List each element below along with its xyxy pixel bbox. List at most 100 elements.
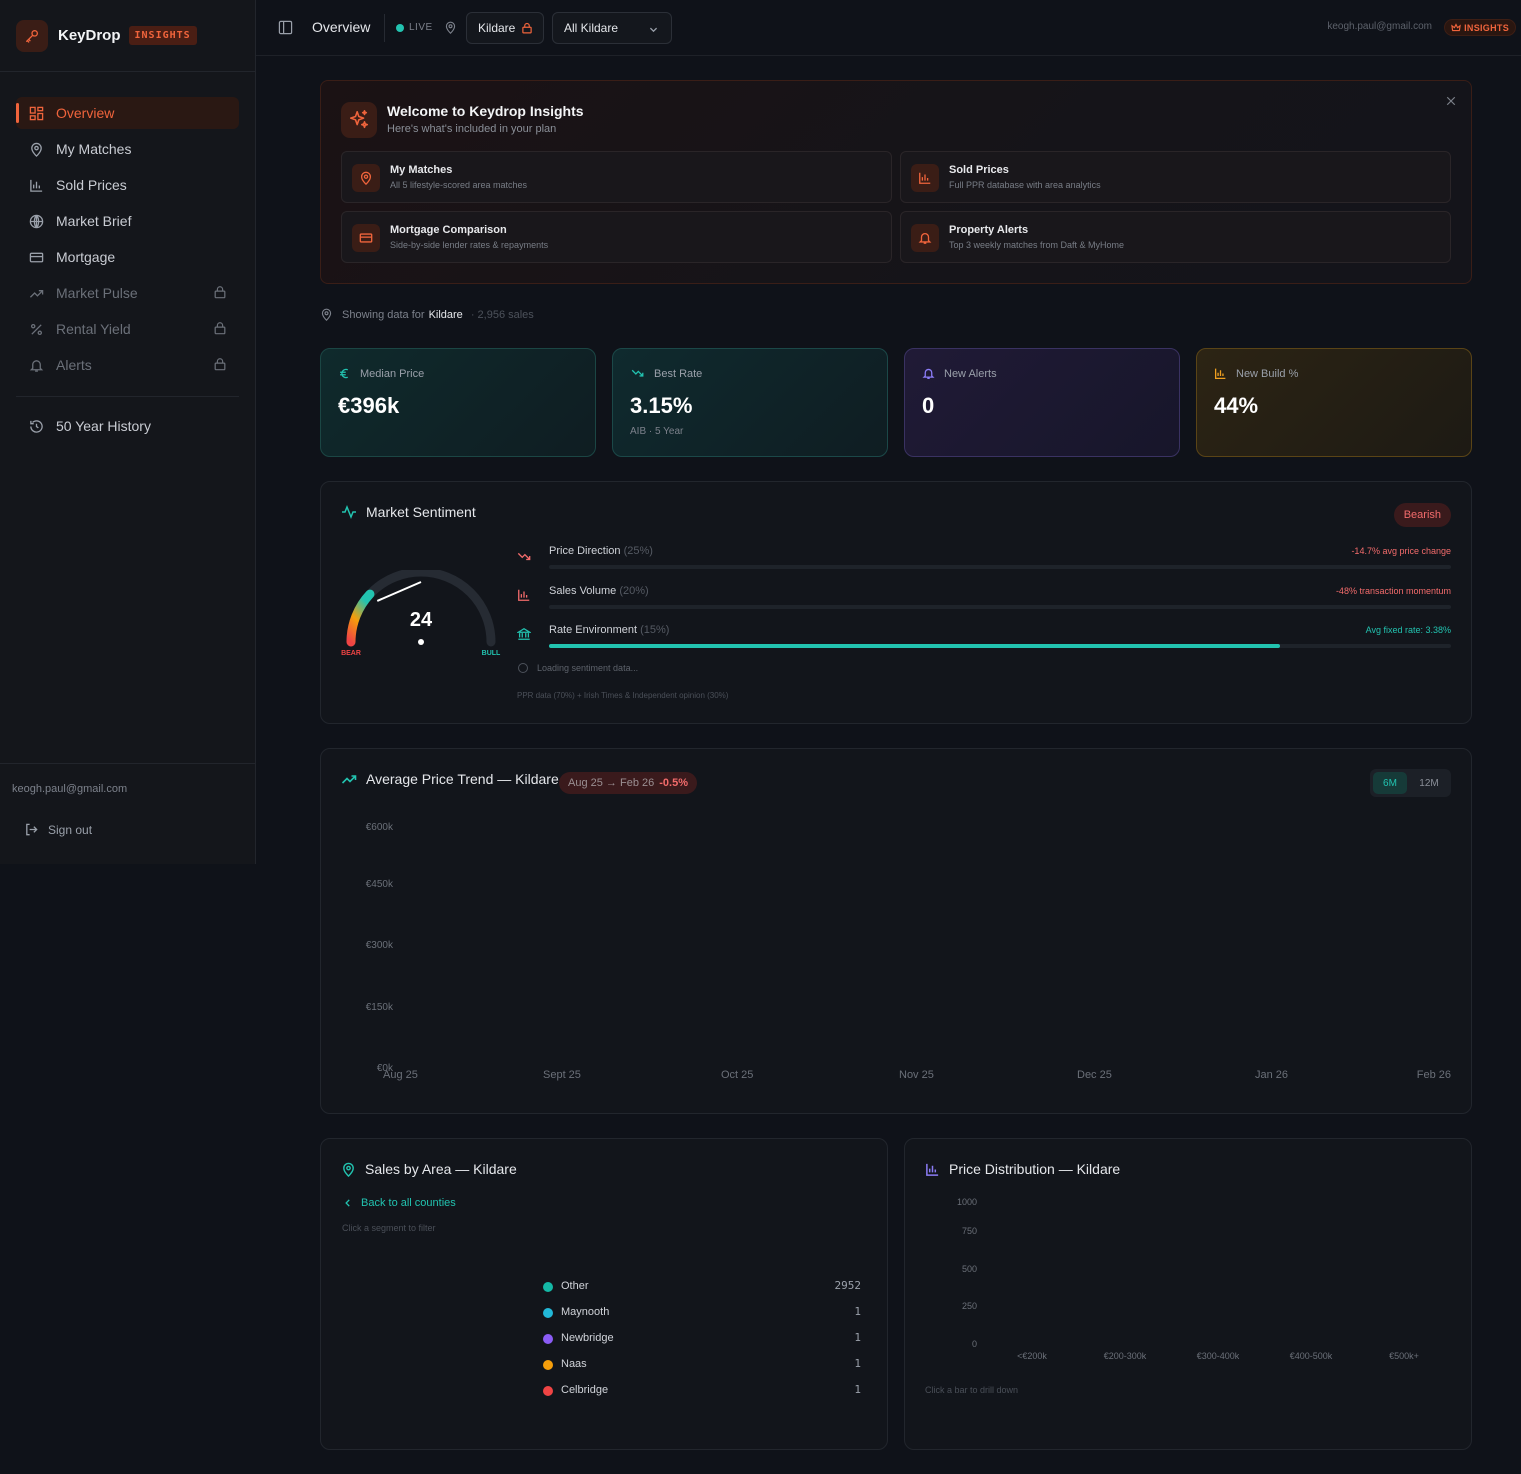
- trending-down-icon: [630, 367, 654, 380]
- sidebar-item-label: Sold Prices: [56, 177, 127, 193]
- percent-icon: [28, 321, 44, 337]
- sentiment-source: PPR data (70%) + Irish Times & Independe…: [517, 691, 729, 700]
- credit-card-icon: [352, 224, 380, 252]
- metric-weight: (25%): [623, 545, 653, 557]
- stat-value: 44%: [1214, 393, 1259, 418]
- area-dropdown[interactable]: All Kildare: [552, 12, 672, 44]
- legend-label: Naas: [561, 1358, 587, 1370]
- legend-item[interactable]: Maynooth 1: [543, 1305, 861, 1321]
- divider: [384, 14, 385, 42]
- stat-value: €396k: [338, 393, 400, 418]
- metric-bar: [549, 644, 1451, 648]
- stat-label: New Build %: [1236, 367, 1299, 380]
- metric-bar-fill: [549, 644, 1280, 648]
- legend-label: Other: [561, 1280, 589, 1292]
- sidebar-item-market-pulse[interactable]: Market Pulse: [16, 277, 239, 309]
- y-tick-label: €300k: [365, 940, 393, 951]
- metric-value: -14.7% avg price change: [1351, 546, 1451, 556]
- sidebar-item-label: Market Pulse: [56, 285, 138, 301]
- sparkles-icon: [341, 102, 377, 138]
- legend-item[interactable]: Other 2952: [543, 1279, 861, 1295]
- brand: KeyDrop INSIGHTS: [0, 0, 255, 72]
- y-tick-label: 750: [961, 1226, 977, 1236]
- trending-down-icon: [517, 545, 531, 563]
- period-12m-button[interactable]: 12M: [1411, 772, 1447, 794]
- page-title: Overview: [312, 19, 371, 35]
- gauge-score: 24: [410, 609, 433, 631]
- live-indicator: LIVE: [396, 22, 433, 33]
- legend-swatch: [543, 1386, 553, 1396]
- x-tick-label: €500k+: [1389, 1351, 1419, 1361]
- trend-change-badge: Aug 25 → Feb 26 -0.5%: [559, 772, 697, 794]
- metric-name: Rate Environment: [549, 624, 638, 636]
- sign-out-button[interactable]: Sign out: [24, 822, 92, 837]
- trend-change: -0.5%: [659, 777, 688, 789]
- map-pin-icon: [28, 141, 44, 157]
- y-tick-label: 250: [961, 1301, 977, 1311]
- crown-icon: [1451, 22, 1464, 33]
- user-email: keogh.paul@gmail.com: [1327, 21, 1432, 32]
- legend-value: 1: [854, 1383, 861, 1396]
- stat-card-new-alerts: New Alerts 0: [904, 348, 1180, 457]
- metric-name: Price Direction: [549, 545, 621, 557]
- data-scope-county: Kildare: [428, 308, 463, 321]
- bar-chart-icon: [1214, 367, 1236, 380]
- sidebar-item-my-matches[interactable]: My Matches: [16, 133, 239, 165]
- y-tick-label: €450k: [365, 879, 393, 890]
- bell-icon: [922, 367, 944, 380]
- metric-name: Sales Volume: [549, 585, 617, 597]
- stat-label: New Alerts: [944, 367, 997, 380]
- sidebar: KeyDrop INSIGHTS Overview My Matches Sol…: [0, 0, 256, 864]
- legend-item[interactable]: Newbridge 1: [543, 1331, 861, 1347]
- county-selector[interactable]: Kildare: [466, 12, 544, 44]
- metric-label: Sales Volume (20%): [549, 585, 649, 597]
- price-distribution-panel: Price Distribution — Kildare 1000 750 500 2…: [904, 1138, 1472, 1450]
- sidebar-item-label: 50 Year History: [56, 418, 151, 434]
- feature-card-sold-prices: Sold Prices Full PPR database with area …: [900, 151, 1451, 203]
- sidebar-item-label: Rental Yield: [56, 321, 131, 337]
- close-icon[interactable]: [1445, 95, 1457, 107]
- county-label: Kildare: [478, 21, 516, 35]
- sidebar-nav: Overview My Matches Sold Prices Market B…: [16, 97, 239, 446]
- feature-title: Sold Prices: [949, 164, 1009, 176]
- legend-swatch: [543, 1282, 553, 1292]
- feature-title: Property Alerts: [949, 224, 1029, 236]
- trending-up-icon: [28, 285, 44, 301]
- legend-item[interactable]: Naas 1: [543, 1357, 861, 1373]
- lock-icon: [515, 22, 533, 34]
- x-tick-label: €200-300k: [1103, 1351, 1147, 1361]
- sidebar-item-50-year-history[interactable]: 50 Year History: [16, 410, 239, 442]
- period-6m-button[interactable]: 6M: [1373, 772, 1407, 794]
- sidebar-item-alerts[interactable]: Alerts: [16, 349, 239, 381]
- activity-icon: [341, 504, 366, 520]
- gauge-fill: [346, 589, 375, 647]
- sidebar-item-rental-yield[interactable]: Rental Yield: [16, 313, 239, 345]
- sentiment-gauge: 24 BEAR BULL: [341, 570, 501, 657]
- y-tick-label: 0: [971, 1339, 977, 1349]
- euro-icon: [338, 367, 360, 380]
- sidebar-item-sold-prices[interactable]: Sold Prices: [16, 169, 239, 201]
- bank-icon: [517, 624, 531, 641]
- key-icon: [16, 19, 48, 52]
- x-tick-label: Jan 26: [1255, 1069, 1289, 1081]
- panel-title: Sales by Area — Kildare: [365, 1161, 517, 1177]
- legend-swatch: [543, 1360, 553, 1370]
- credit-card-icon: [28, 249, 44, 265]
- segment-hint: Click a segment to filter: [342, 1223, 436, 1233]
- panel-title: Price Distribution — Kildare: [949, 1161, 1121, 1177]
- x-tick-label: Feb 26: [1416, 1069, 1451, 1081]
- legend-item[interactable]: Celbridge 1: [543, 1383, 861, 1399]
- sidebar-item-overview[interactable]: Overview: [16, 97, 239, 129]
- bar-chart-icon: [517, 585, 531, 602]
- plan-badge: INSIGHTS: [128, 26, 197, 45]
- sidebar-item-market-brief[interactable]: Market Brief: [16, 205, 239, 237]
- data-scope-prefix: Showing data for: [342, 308, 425, 321]
- live-label: LIVE: [409, 22, 433, 33]
- bell-icon: [28, 357, 44, 373]
- lock-icon: [213, 357, 227, 371]
- back-to-counties-link[interactable]: Back to all counties: [343, 1197, 456, 1209]
- sidebar-toggle-icon[interactable]: [278, 20, 293, 35]
- sidebar-item-label: Market Brief: [56, 213, 132, 229]
- sidebar-item-label: My Matches: [56, 141, 132, 157]
- sidebar-item-mortgage[interactable]: Mortgage: [16, 241, 239, 273]
